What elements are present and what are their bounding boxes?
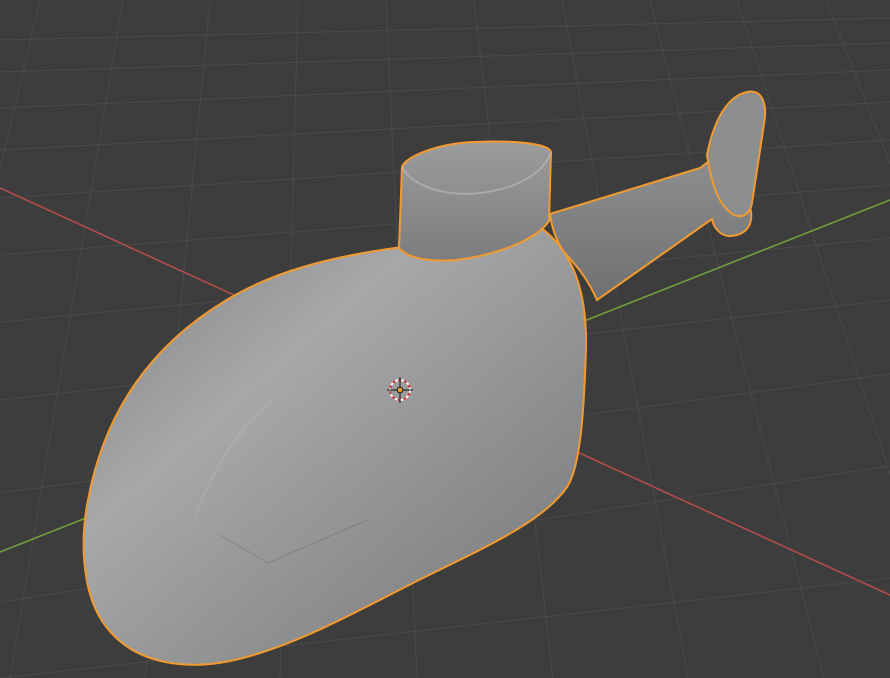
viewport-scene[interactable] xyxy=(0,0,890,678)
3d-viewport[interactable] xyxy=(0,0,890,678)
cursor-center xyxy=(396,386,404,394)
3d-cursor-icon[interactable] xyxy=(385,375,415,405)
helicopter-body[interactable] xyxy=(82,225,588,666)
